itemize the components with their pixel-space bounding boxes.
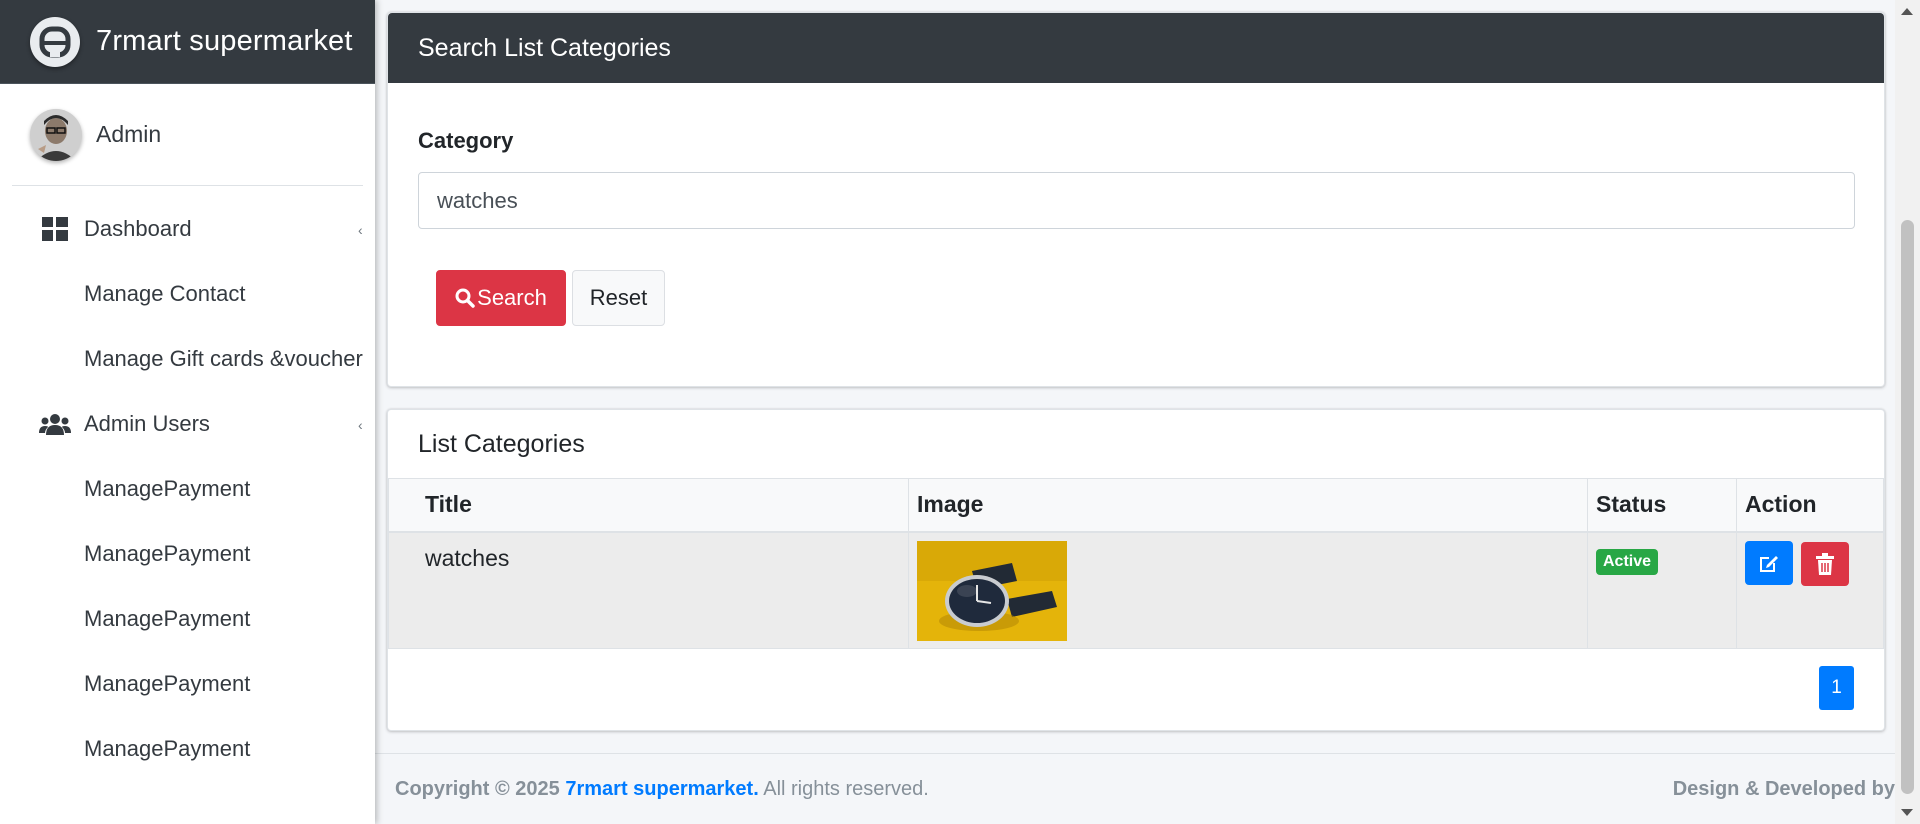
table-header-row: Title Image Status Action: [388, 478, 1884, 533]
categories-table: Title Image Status Action watches Active: [388, 478, 1884, 649]
sidebar-item-manage-payment[interactable]: ManagePayment: [0, 586, 375, 651]
reset-button[interactable]: Reset: [572, 270, 665, 326]
trash-icon: [1816, 552, 1835, 575]
sidebar-item-manage-payment[interactable]: ManagePayment: [0, 651, 375, 716]
sidebar-item-label: ManagePayment: [84, 735, 251, 761]
search-card-title: Search List Categories: [418, 33, 671, 62]
user-name: Admin: [96, 121, 162, 147]
user-panel[interactable]: Admin: [12, 84, 363, 186]
sidebar-item-dashboard[interactable]: Dashboard ‹: [0, 196, 375, 261]
chevron-left-icon: ‹: [358, 417, 363, 433]
sidebar-item-label: ManagePayment: [84, 605, 251, 631]
scrollbar-thumb[interactable]: [1901, 220, 1914, 794]
sidebar-item-label: Manage Contact: [84, 280, 246, 306]
sidebar-item-manage-contact[interactable]: Manage Contact: [0, 261, 375, 326]
list-categories-card: List Categories Title Image Status Actio…: [387, 409, 1885, 731]
users-icon: [39, 408, 71, 440]
avatar: [30, 108, 82, 161]
category-label: Category: [418, 128, 514, 153]
category-input[interactable]: [418, 172, 1855, 229]
sidebar-item-label: ManagePayment: [84, 540, 251, 566]
status-badge[interactable]: Active: [1596, 548, 1659, 575]
footer-rights-text: All rights reserved.: [763, 777, 929, 800]
footer-copyright-text: Copyright © 2025: [395, 777, 560, 800]
pagination-page-1[interactable]: 1: [1819, 666, 1854, 710]
sidebar-item-manage-payment[interactable]: ManagePayment: [0, 521, 375, 586]
search-icon: [455, 288, 475, 308]
list-card-title: List Categories: [418, 430, 585, 458]
delete-button[interactable]: [1801, 541, 1850, 586]
page-scrollbar[interactable]: [1895, 0, 1920, 824]
sidebar-item-admin-users[interactable]: Admin Users ‹: [0, 391, 375, 456]
dashboard-icon: [39, 213, 71, 245]
sidebar: 7rmart supermarket Admin Dashboard ‹ Man…: [0, 0, 375, 824]
search-button-label: Search: [477, 285, 547, 310]
search-card-header: Search List Categories: [388, 13, 1884, 83]
search-button[interactable]: Search: [436, 270, 566, 326]
footer-brand-link[interactable]: 7rmart supermarket.: [565, 778, 758, 800]
chevron-left-icon: ‹: [358, 222, 363, 238]
category-image-cell: [908, 531, 1588, 649]
brand-name: 7rmart supermarket: [96, 25, 353, 57]
column-header-title: Title: [388, 478, 909, 533]
sidebar-item-label: Admin Users: [84, 410, 210, 436]
scroll-down-icon[interactable]: [1901, 809, 1913, 816]
edit-button[interactable]: [1745, 540, 1793, 585]
edit-icon: [1760, 555, 1778, 572]
column-header-status: Status: [1587, 478, 1737, 533]
footer-copyright: Copyright © 2025 7rmart supermarket. All…: [395, 778, 929, 801]
footer-credit: Design & Developed by: [1672, 777, 1895, 800]
sidebar-item-label: Manage Gift cards &voucher: [84, 345, 363, 371]
sidebar-item-label: ManagePayment: [84, 670, 251, 696]
category-status-cell: Active: [1587, 531, 1737, 649]
table-row: watches Active: [388, 531, 1884, 649]
sidebar-nav: Dashboard ‹ Manage Contact Manage Gift c…: [0, 196, 375, 781]
sidebar-item-manage-payment[interactable]: ManagePayment: [0, 716, 375, 781]
footer: Copyright © 2025 7rmart supermarket. All…: [375, 753, 1895, 824]
brand-link[interactable]: 7rmart supermarket: [0, 0, 375, 84]
column-header-action: Action: [1736, 478, 1884, 533]
wristwatch-thumbnail: [917, 540, 1067, 641]
sidebar-item-label: Dashboard: [84, 215, 192, 241]
sidebar-item-manage-gift-cards[interactable]: Manage Gift cards &voucher: [0, 326, 375, 391]
category-title-cell: watches: [388, 531, 909, 649]
category-action-cell: [1736, 531, 1884, 649]
scroll-up-icon[interactable]: [1901, 8, 1913, 15]
column-header-image: Image: [908, 478, 1588, 533]
main-content: Search List Categories Category Search R…: [375, 0, 1895, 824]
search-card: Search List Categories Category Search R…: [387, 12, 1885, 387]
sidebar-item-label: ManagePayment: [84, 475, 251, 501]
brand-logo-icon: [30, 16, 80, 67]
sidebar-item-manage-payment[interactable]: ManagePayment: [0, 456, 375, 521]
